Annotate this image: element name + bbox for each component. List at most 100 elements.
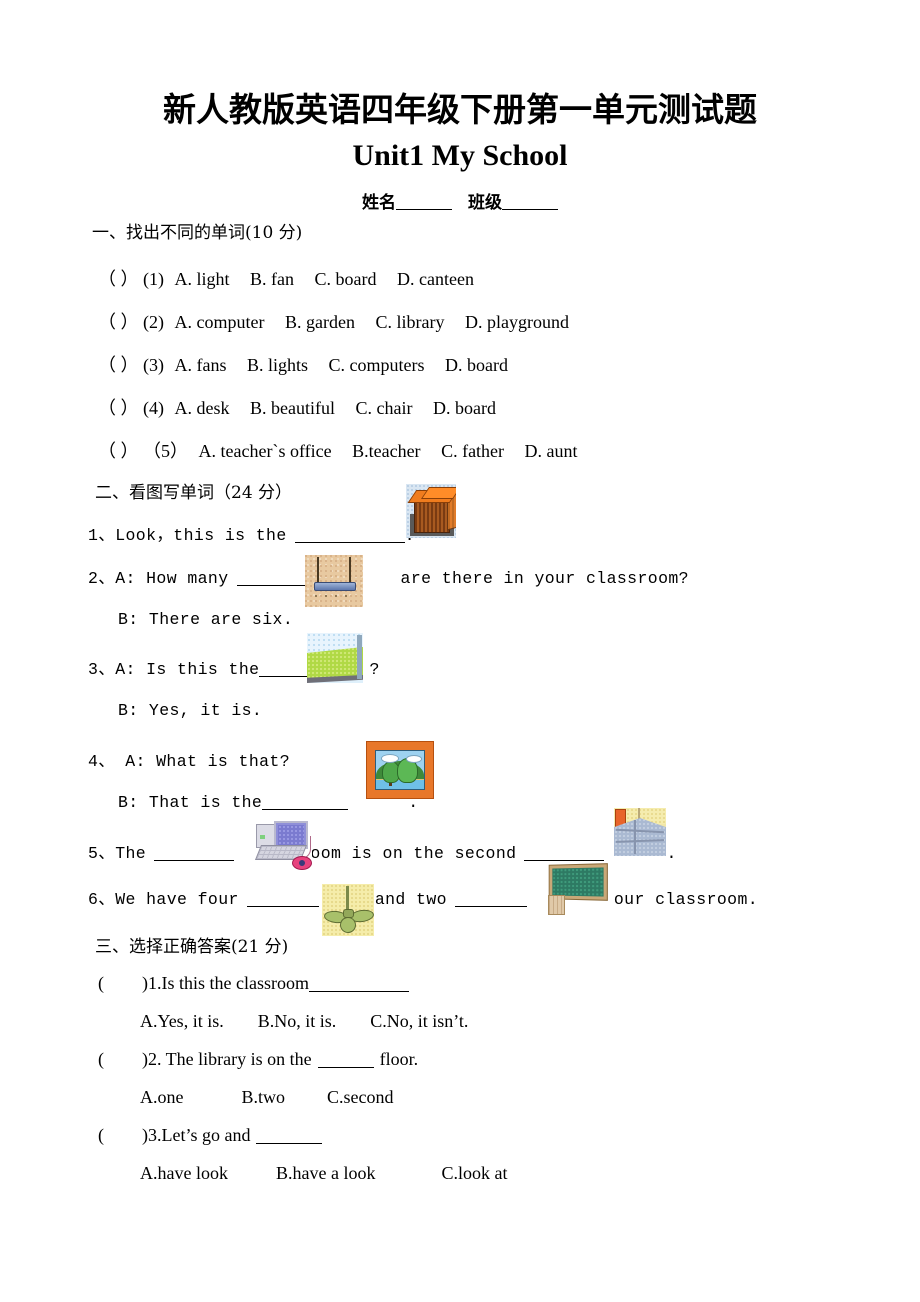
choice-a[interactable]: A.have look — [140, 1163, 228, 1183]
playground-image — [307, 633, 363, 683]
section2-question-1[interactable]: 1、Look，this is the. — [88, 521, 415, 545]
choice-a[interactable]: A.Yes, it is. — [140, 1011, 224, 1031]
option-b[interactable]: B. garden — [285, 312, 355, 333]
class-label: 班级 — [468, 193, 502, 213]
question-text: A: How many — [115, 569, 229, 588]
choice-c[interactable]: C.second — [327, 1087, 394, 1107]
question-number: 5、 — [88, 844, 116, 863]
answer-bracket-open[interactable]: ( — [98, 1125, 104, 1145]
question-text: A: Is this the — [115, 660, 260, 679]
option-a[interactable]: A. desk — [175, 398, 230, 419]
choice-c[interactable]: C.No, it isn’t. — [370, 1011, 468, 1031]
desk-image — [406, 484, 456, 538]
answer-bracket-open[interactable]: ( — [98, 1049, 104, 1069]
name-label: 姓名 — [362, 193, 396, 213]
answer-bracket[interactable]: （ ） — [98, 398, 139, 418]
section1-item-2[interactable]: （ ） (2) A. computer B. garden C. library… — [98, 308, 569, 334]
option-b[interactable]: B. fan — [250, 269, 294, 290]
answer-blank[interactable] — [308, 991, 409, 992]
question-number: 4、 — [88, 752, 116, 771]
page-title-chinese: 新人教版英语四年级下册第一单元测试题 — [163, 90, 757, 129]
option-a[interactable]: A. fans — [175, 355, 227, 376]
question-text-2: floor. — [379, 1049, 419, 1069]
section3-item-2-choices[interactable]: A.one B.two C.second — [140, 1087, 394, 1108]
answer-bracket[interactable]: （ ） — [98, 355, 139, 375]
item-number: （5） — [143, 441, 188, 461]
option-b[interactable]: B. lights — [247, 355, 308, 376]
question-text: 3.Let’s go and — [148, 1125, 251, 1145]
section3-item-3-stem[interactable]: ()3.Let’s go and — [98, 1125, 323, 1146]
question-number: 3、 — [88, 660, 116, 679]
question-tail: ? — [369, 660, 380, 679]
option-c[interactable]: C. computers — [329, 355, 425, 376]
option-c[interactable]: C. father — [441, 441, 504, 462]
computer-image — [254, 818, 312, 870]
question-text: B: That is the — [118, 793, 263, 812]
answer-blank[interactable] — [317, 1067, 374, 1068]
answer-blank[interactable] — [256, 1143, 323, 1144]
question-number: 6、 — [88, 890, 116, 909]
section2-question-3-line-b: B: Yes, it is. — [118, 701, 263, 720]
answer-blank-1[interactable] — [154, 860, 235, 861]
question-text-1: The — [115, 844, 147, 863]
option-d[interactable]: D. board — [445, 355, 508, 376]
section1-heading: 一、找出不同的单词(10 分) — [92, 223, 303, 243]
choice-b[interactable]: B.two — [242, 1087, 286, 1107]
answer-blank[interactable] — [294, 542, 405, 543]
section3-item-3-choices[interactable]: A.have look B.have a look C.look at — [140, 1163, 507, 1184]
section2-question-5[interactable]: 5、The room is on the second. — [88, 839, 677, 863]
section3-item-1-choices[interactable]: A.Yes, it is. B.No, it is. C.No, it isn’t. — [140, 1011, 468, 1032]
option-d[interactable]: D. board — [433, 398, 496, 419]
option-b[interactable]: B. beautiful — [250, 398, 335, 419]
light-image — [305, 555, 363, 607]
option-c[interactable]: C. chair — [355, 398, 412, 419]
choice-b[interactable]: B.have a look — [276, 1163, 375, 1183]
answer-bracket[interactable]: （ ） — [98, 312, 139, 332]
answer-blank-1[interactable] — [246, 906, 319, 907]
choice-c[interactable]: C.look at — [441, 1163, 507, 1183]
student-info-bar: 姓名 班级 — [0, 188, 920, 213]
test-paper-page: 新人教版英语四年级下册第一单元测试题 Unit1 My School 姓名 班级 … — [0, 0, 920, 1302]
option-c[interactable]: C. library — [375, 312, 444, 333]
answer-blank[interactable] — [236, 585, 309, 586]
answer-blank-2[interactable] — [454, 906, 527, 907]
section3-item-2-stem[interactable]: ()2. The library is on the floor. — [98, 1049, 418, 1070]
section2-question-2-line-a[interactable]: 2、A: How many are there in your classroom… — [88, 564, 689, 588]
section2-question-6[interactable]: 6、We have four and two in our classroom. — [88, 885, 758, 909]
item-number: (3) — [143, 355, 164, 375]
question-text: Look，this is the — [115, 526, 287, 545]
option-c[interactable]: C. board — [315, 269, 377, 290]
name-input-line[interactable] — [396, 209, 452, 210]
question-text-1: 2. The library is on the — [148, 1049, 312, 1069]
question-tail: . — [666, 844, 677, 863]
answer-bracket[interactable]: （ ） — [98, 441, 139, 461]
question-text: 1.Is this the classroom — [148, 973, 309, 993]
option-d[interactable]: D. playground — [465, 312, 569, 333]
option-a[interactable]: A. computer — [175, 312, 265, 333]
choice-a[interactable]: A.one — [140, 1087, 184, 1107]
question-number: 1、 — [88, 526, 116, 545]
section3-heading: 三、选择正确答案(21 分) — [95, 937, 289, 957]
answer-blank[interactable] — [262, 809, 349, 810]
option-b[interactable]: B.teacher — [352, 441, 420, 462]
section1-item-1[interactable]: （ ） (1) A. light B. fan C. board D. cant… — [98, 265, 474, 291]
section2-question-4-line-a: 4、 A: What is that? — [88, 747, 290, 771]
option-a[interactable]: A. light — [175, 269, 230, 290]
question-text-2: room is on the second — [300, 844, 517, 863]
choice-b[interactable]: B.No, it is. — [258, 1011, 337, 1031]
option-d[interactable]: D. canteen — [397, 269, 474, 290]
answer-bracket[interactable]: （ ） — [98, 269, 139, 289]
answer-bracket-open[interactable]: ( — [98, 973, 104, 993]
section1-item-4[interactable]: （ ） (4) A. desk B. beautiful C. chair D.… — [98, 394, 496, 420]
item-number: (4) — [143, 398, 164, 418]
class-input-line[interactable] — [502, 209, 558, 210]
section1-item-3[interactable]: （ ） (3) A. fans B. lights C. computers D… — [98, 351, 508, 377]
option-a[interactable]: A. teacher`s office — [199, 441, 332, 462]
section3-item-1-stem[interactable]: ()1.Is this the classroom — [98, 973, 409, 994]
question-tail: are there in your classroom? — [400, 569, 689, 588]
floor-image — [614, 808, 666, 856]
option-d[interactable]: D. aunt — [525, 441, 578, 462]
answer-blank-2[interactable] — [524, 860, 605, 861]
section1-item-5[interactable]: （ ） （5） A. teacher`s office B.teacher C.… — [98, 437, 578, 463]
question-text-1: We have four — [115, 890, 239, 909]
